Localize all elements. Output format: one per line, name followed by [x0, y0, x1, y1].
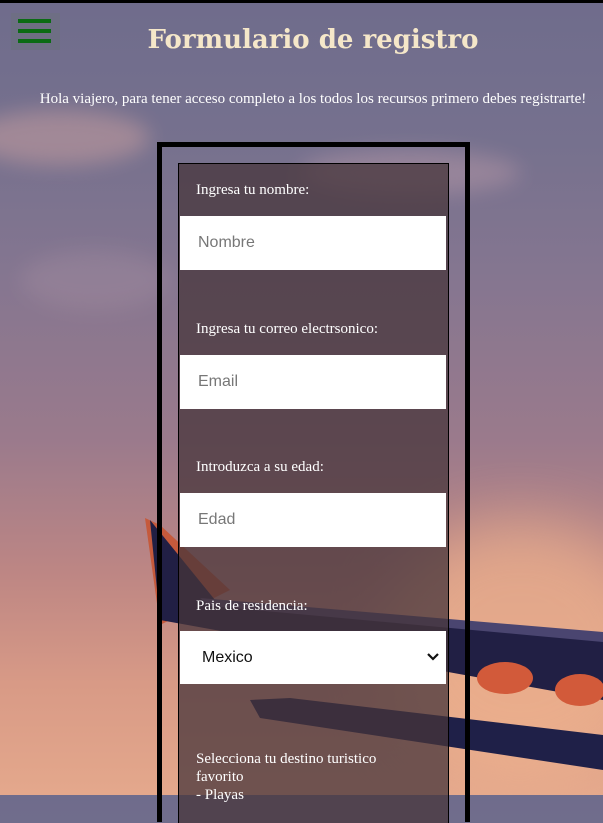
email-input[interactable]	[180, 355, 446, 409]
country-label: Pais de residencia:	[196, 598, 308, 614]
top-border	[0, 0, 603, 3]
chevron-down-icon	[427, 653, 439, 661]
engine-pod-shape	[555, 674, 603, 706]
email-label: Ingresa tu correo electrsonico:	[196, 321, 378, 337]
destination-label: Selecciona tu destino turistico favorito	[196, 751, 377, 785]
name-label: Ingresa tu nombre:	[196, 182, 310, 198]
age-label: Introduzca a su edad:	[196, 459, 324, 475]
country-select-value: Mexico	[202, 649, 253, 666]
destination-option-playas[interactable]: - Playas	[196, 786, 244, 804]
engine-pod-shape	[477, 662, 533, 694]
page-title: Formulario de registro	[147, 25, 479, 55]
name-input[interactable]	[180, 216, 446, 270]
intro-text: Hola viajero, para tener acceso completo…	[39, 91, 587, 107]
country-select[interactable]: Mexico	[180, 631, 446, 684]
age-input[interactable]	[180, 493, 446, 547]
